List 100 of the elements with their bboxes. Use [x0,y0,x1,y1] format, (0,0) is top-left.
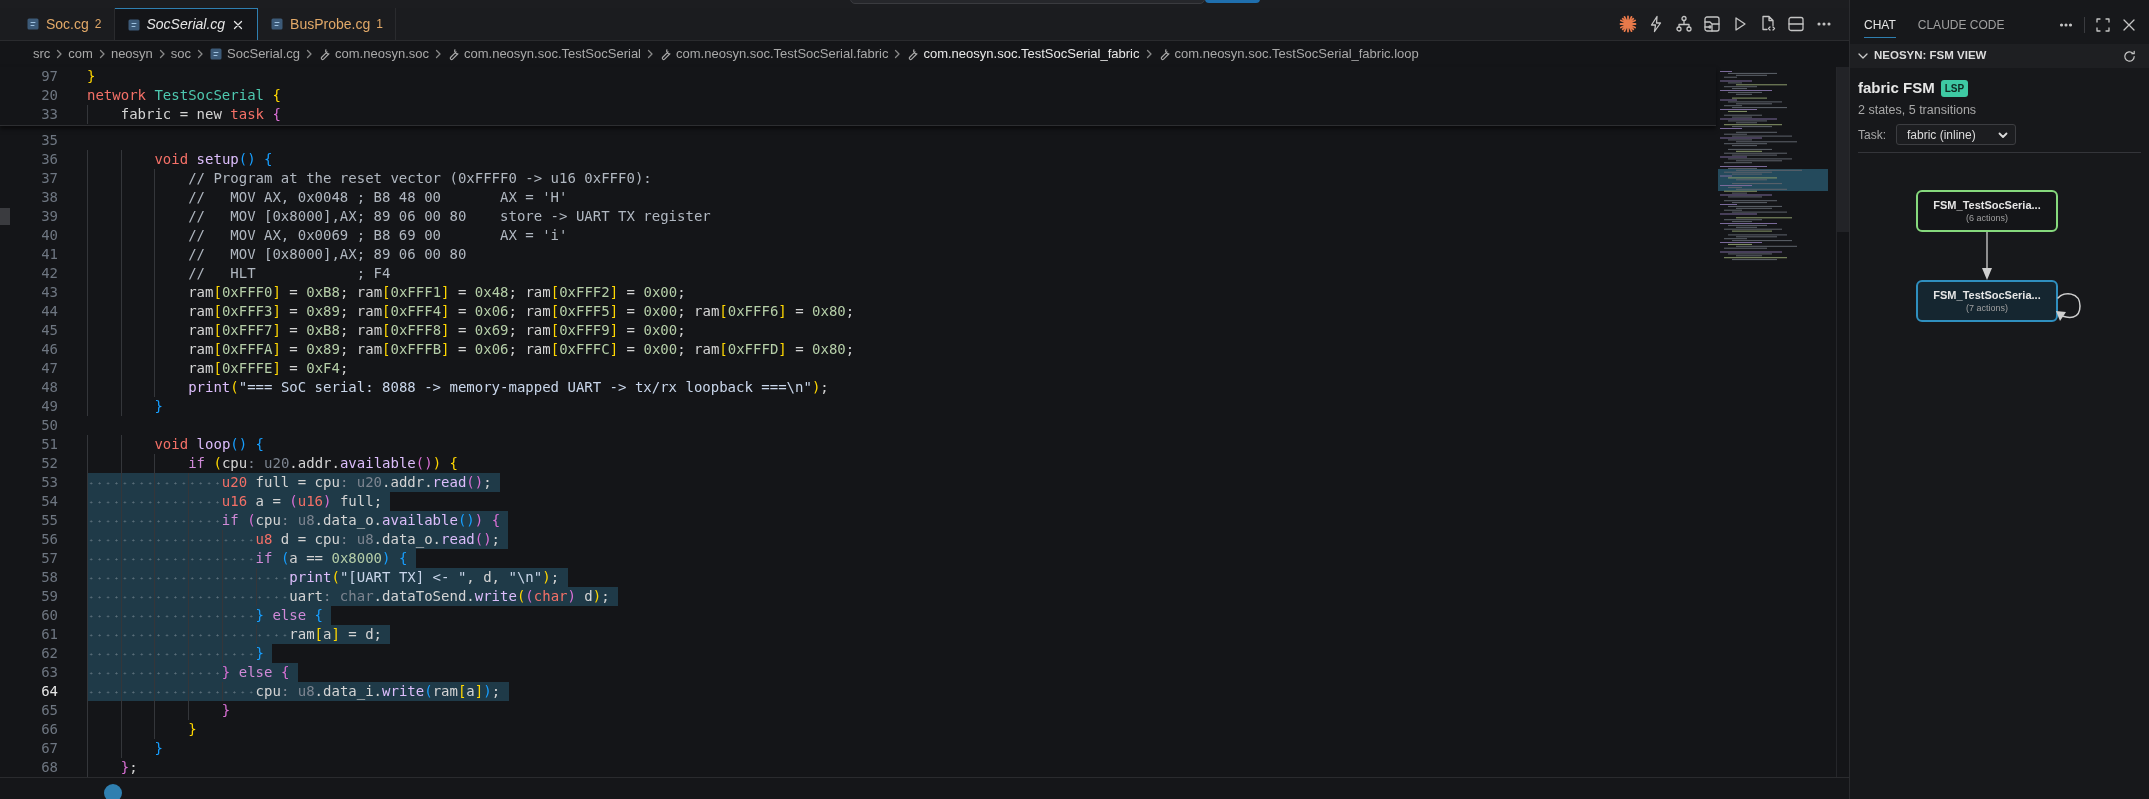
editor-tab[interactable]: SocSerial.cg [114,8,259,40]
state-node[interactable]: FSM_TestSocSeria... (6 actions) [1916,190,2058,233]
line-number: 45 [40,321,58,340]
line-number: 57 [40,549,58,568]
code-line: } else { [221,663,290,682]
sunburst-icon[interactable] [1619,15,1637,33]
line-number: 47 [40,359,58,378]
code-line: } [154,397,163,416]
code-line: // Program at the reset vector (0xFFFF0 -> u16 0xFFF0): [188,169,652,188]
state-node[interactable]: FSM_TestSocSeria... (7 actions) [1916,280,2058,323]
line-number: 59 [40,587,58,606]
line-number: 97 [40,67,58,86]
breadcrumb-item[interactable]: com.neosyn.soc [335,44,429,64]
code-line: // MOV [0x8000],AX; 89 06 00 80 store -> UART TX register [188,207,711,226]
line-number: 42 [40,264,58,283]
line-number: 63 [40,663,58,682]
line-number: 58 [40,568,58,587]
code-line: network TestSocSerial { [87,86,281,105]
wrench-icon [659,47,672,61]
code-line: } [154,739,163,758]
code-line: ram[0xFFFE] = 0xF4; [188,359,349,378]
line-number: 48 [40,378,58,397]
wrench-icon [906,47,920,61]
breadcrumb-item[interactable]: neosyn [110,44,153,64]
line-number: 37 [40,169,58,188]
line-number: 65 [40,701,58,720]
file-icon [126,17,141,32]
code-line: // MOV AX, 0x0069 ; B8 69 00 AX = 'i' [188,226,568,245]
code-line: // HLT ; F4 [188,264,391,283]
breadcrumb-item[interactable]: com.neosyn.soc.TestSocSerial_fabric [923,44,1140,64]
line-number: 35 [40,131,58,150]
file-icon [26,17,40,31]
hierarchy-icon[interactable] [1675,15,1693,33]
panel-tab[interactable]: CLAUDE CODE [1917,12,2005,38]
line-number: 52 [40,454,58,473]
problem-count: 2 [94,16,102,33]
line-number: 33 [40,105,58,124]
code-line: }; [120,758,138,777]
code-line: ram[a] = d; [289,625,383,644]
code-line: void loop() { [154,435,265,454]
code-line: print("=== SoC serial: 8088 -> memory-mapped UART -> tx/rx loopback ===\n"); [188,378,829,397]
code-line: u20 full = cpu: u20.addr.read(); [221,473,492,492]
line-number: 53 [40,473,58,492]
breadcrumb-item[interactable]: src [33,44,51,64]
summary-text: 2 states, 5 transitions [1858,101,1978,119]
lsp-badge: LSP [1940,79,1969,97]
code-line: if (cpu: u8.data_o.available()) { [221,511,501,530]
line-number: 66 [40,720,58,739]
code-line: u8 d = cpu: u8.data_o.read(); [255,530,501,549]
line-number: 62 [40,644,58,663]
maximize-icon[interactable] [2095,17,2111,33]
code-line: if (a == 0x8000) { [255,549,408,568]
line-number: 36 [40,150,58,169]
code-line: } else { [255,606,324,625]
line-number: 44 [40,302,58,321]
line-number: 67 [40,739,58,758]
code-line: uart: char.dataToSend.write((char) d); [289,587,610,606]
circuit-icon[interactable] [1703,15,1721,33]
minimap-drawing[interactable] [1718,71,1830,263]
line-number: 20 [40,86,58,105]
line-number: 40 [40,226,58,245]
problem-count: 1 [376,16,383,33]
code-line: cpu: u8.data_i.write(ram[a]); [255,682,501,701]
line-number: 43 [40,283,58,302]
close-icon[interactable] [2121,17,2137,33]
panel-heading: fabric FSM [1858,78,1935,98]
panel-tab[interactable]: CHAT [1864,12,1896,38]
file-icon [209,47,224,61]
split-editor-icon[interactable] [1787,15,1805,33]
line-number: 51 [40,435,58,454]
task-select[interactable]: fabric (inline) [1896,124,2016,146]
line-number: 60 [40,606,58,625]
line-number: 41 [40,245,58,264]
wrench-icon [318,47,332,61]
code-line: print("[UART TX] <- ", d, "\n"); [289,568,560,587]
breadcrumb-item[interactable]: SocSerial.cg [227,44,301,64]
code-line: } [255,644,264,663]
code-line: } [221,701,231,720]
line-number: 50 [40,416,58,435]
breadcrumb-item[interactable]: com [68,44,93,64]
code-line: u16 a = (u16) full; [221,492,383,511]
file-icon [270,17,285,31]
code-line: // MOV [0x8000],AX; 89 06 00 80 [188,245,467,264]
breadcrumb-item[interactable]: com.neosyn.soc.TestSocSerial.fabric [676,44,889,64]
breadcrumb-item[interactable]: com.neosyn.soc.TestSocSerial [464,44,641,64]
task-label: Task: [1858,126,1886,144]
wrench-icon [447,47,460,61]
refresh-icon[interactable] [2122,48,2137,64]
code-line: if (cpu: u20.addr.available()) { [188,454,458,473]
file-code-icon[interactable] [1759,15,1777,33]
code-line: ram[0xFFF3] = 0x89; ram[0xFFF4] = 0x06; ram[0xFFF5] = 0x00; ram[0xFFF6] = 0x80; [188,302,855,321]
code-line: ram[0xFFFA] = 0x89; ram[0xFFFB] = 0x06; ram[0xFFFC] = 0x00; ram[0xFFFD] = 0x80; [188,340,855,359]
breadcrumb-item[interactable]: soc [170,44,192,64]
code-line: } [87,67,96,86]
code-line: // MOV AX, 0x0048 ; B8 48 00 AX = 'H' [188,188,568,207]
line-number: 54 [40,492,58,511]
line-number: 56 [40,530,58,549]
code-line: ram[0xFFF0] = 0xB8; ram[0xFFF1] = 0x48; ram[0xFFF2] = 0x00; [188,283,686,302]
code-line: fabric = new task { [120,105,281,124]
breadcrumb-item[interactable]: com.neosyn.soc.TestSocSerial_fabric.loop [1174,44,1419,64]
